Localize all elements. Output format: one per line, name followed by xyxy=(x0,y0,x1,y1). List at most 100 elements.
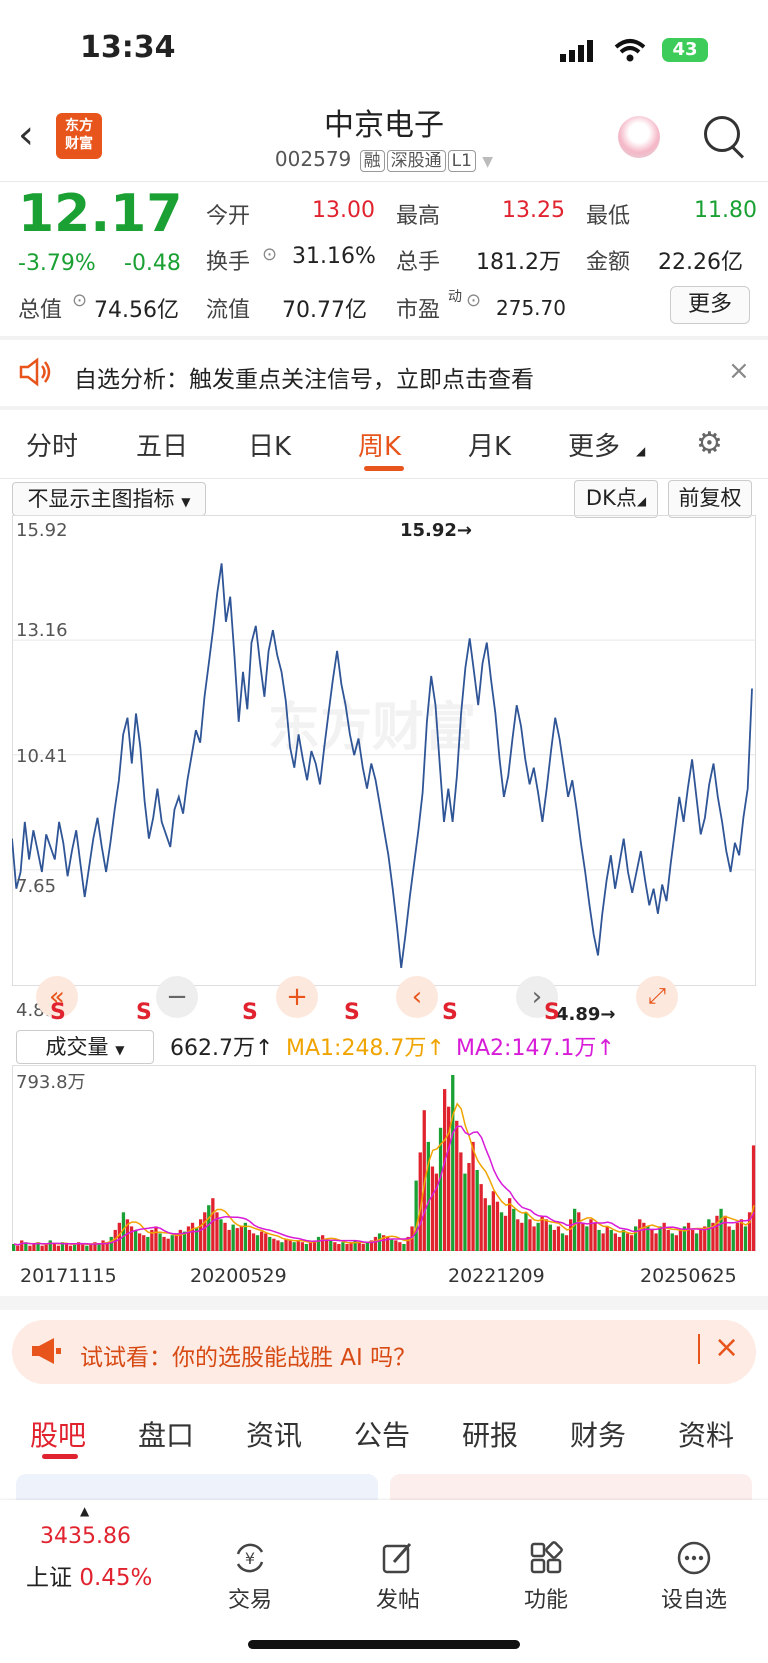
nav-post[interactable]: 发帖 xyxy=(338,1540,458,1614)
turnover-value: 31.16% xyxy=(292,244,376,269)
volume-bar xyxy=(146,1236,150,1251)
volume-bar xyxy=(548,1224,552,1251)
volume-bar xyxy=(414,1180,418,1251)
volume-bar xyxy=(264,1233,268,1251)
x-tick-4: 20250625 xyxy=(640,1265,737,1287)
close-icon[interactable]: × xyxy=(728,356,750,386)
tab-month-k[interactable]: 月K xyxy=(468,426,511,463)
volume-bar xyxy=(597,1229,601,1251)
tab-announcements[interactable]: 公告 xyxy=(354,1414,410,1454)
fullscreen-icon[interactable]: ⤢ xyxy=(636,976,678,1018)
volume-bar xyxy=(402,1244,406,1251)
volume-bar xyxy=(48,1240,52,1251)
close-icon[interactable]: × xyxy=(714,1330,739,1365)
volume-bar xyxy=(129,1226,134,1251)
sell-marker: S xyxy=(344,1000,360,1025)
tab-day-k[interactable]: 日K xyxy=(248,426,291,463)
tab-orderbook[interactable]: 盘口 xyxy=(138,1414,194,1454)
pe-label: 市盈 xyxy=(396,298,441,323)
tab-week-k[interactable]: 周K xyxy=(358,426,401,463)
volume-bar xyxy=(495,1201,500,1251)
tab-news[interactable]: 资讯 xyxy=(246,1414,302,1454)
volume-bar xyxy=(345,1244,349,1251)
prev-icon[interactable]: ‹ xyxy=(396,976,438,1018)
zoom-out-icon[interactable]: − xyxy=(156,976,198,1018)
indicator-select[interactable]: 不显示主图指标 ▼ xyxy=(12,482,206,516)
info-icon[interactable]: ⊙ xyxy=(466,290,481,311)
market-cap-value: 74.56亿 xyxy=(94,298,179,323)
info-icon[interactable]: ⊙ xyxy=(72,290,87,311)
volume-bar xyxy=(552,1229,556,1251)
index-name[interactable]: 上证 0.45% xyxy=(26,1558,152,1592)
tab-five-day[interactable]: 五日 xyxy=(136,426,188,463)
volume-bar xyxy=(503,1215,508,1251)
zoom-in-icon[interactable]: + xyxy=(276,976,318,1018)
volume-bar xyxy=(556,1226,561,1251)
volume-max-label: 793.8万 xyxy=(16,1072,86,1093)
volume-bar xyxy=(719,1208,723,1251)
volume-chart[interactable] xyxy=(12,1065,756,1257)
volume-bar xyxy=(292,1242,296,1251)
ai-banner[interactable]: 试试看：你的选股能战胜 AI 吗？ × xyxy=(12,1320,756,1384)
volume-bar xyxy=(203,1212,207,1251)
ai-robot-icon[interactable] xyxy=(618,116,660,158)
tab-forum[interactable]: 股吧 xyxy=(30,1414,86,1454)
notice-bar[interactable]: 自选分析：触发重点关注信号，立即点击查看 × xyxy=(0,340,768,406)
volume-bar xyxy=(654,1233,658,1251)
volume-bar xyxy=(532,1226,536,1251)
volume-bar xyxy=(727,1226,731,1251)
volume-bar xyxy=(601,1233,605,1251)
volume-value: 181.2万 xyxy=(476,250,561,275)
volume-bar xyxy=(475,1170,479,1251)
volume-bar xyxy=(276,1240,280,1251)
tab-finance[interactable]: 财务 xyxy=(570,1414,626,1454)
info-icon[interactable]: ⊙ xyxy=(262,244,277,265)
volume-bar xyxy=(520,1222,524,1251)
volume-bar xyxy=(16,1245,20,1251)
grid-icon xyxy=(530,1541,563,1574)
volume-bar xyxy=(674,1235,678,1251)
watermark: 东方财富 xyxy=(268,698,476,758)
nav-trade[interactable]: ¥ 交易 xyxy=(190,1540,310,1614)
volume-bar xyxy=(255,1235,260,1251)
volume-bar xyxy=(544,1219,548,1251)
more-button[interactable]: 更多 xyxy=(670,286,750,324)
volume-bar xyxy=(239,1226,243,1251)
search-icon[interactable] xyxy=(704,116,740,152)
volume-bar xyxy=(443,1089,447,1251)
sell-marker: S xyxy=(136,1000,152,1025)
sell-marker: S xyxy=(50,1000,66,1025)
nav-add-watchlist[interactable]: 设自选 xyxy=(634,1540,754,1614)
tab-research[interactable]: 研报 xyxy=(462,1414,518,1454)
volume-bar xyxy=(487,1205,491,1251)
tab-minute[interactable]: 分时 xyxy=(26,426,78,463)
volume-bar xyxy=(300,1242,304,1251)
tag-level: L1 xyxy=(447,150,476,172)
volume-bar xyxy=(536,1222,540,1251)
volume-bar xyxy=(471,1141,475,1251)
nav-functions[interactable]: 功能 xyxy=(486,1540,606,1614)
volume-bar xyxy=(272,1238,276,1251)
volume-bar xyxy=(337,1244,341,1251)
volume-select[interactable]: 成交量 ▼ xyxy=(16,1030,154,1064)
volume-bar xyxy=(491,1191,495,1251)
volume-bar xyxy=(707,1219,711,1251)
index-value[interactable]: 3435.86 xyxy=(40,1524,131,1549)
tab-more[interactable]: 更多 xyxy=(568,426,620,463)
adjust-button[interactable]: 前复权 xyxy=(668,480,752,518)
current-price: 12.17 xyxy=(18,184,183,244)
high-label: 最高 xyxy=(396,204,441,229)
tag-connect: 深股通 xyxy=(386,150,446,172)
volume-bar xyxy=(142,1235,146,1251)
settings-icon[interactable]: ⚙ xyxy=(696,426,723,461)
volume-bar xyxy=(304,1244,308,1251)
volume-bar xyxy=(723,1215,727,1251)
status-time: 13:34 xyxy=(80,30,176,65)
volume-bar xyxy=(321,1235,325,1251)
price-chart[interactable]: 东方财富 xyxy=(12,515,756,1025)
volume-bar xyxy=(296,1240,300,1251)
dk-point-button[interactable]: DK点◢ xyxy=(574,480,658,518)
volume-bar xyxy=(154,1226,158,1251)
volume-bar xyxy=(166,1238,170,1251)
tab-profile[interactable]: 资料 xyxy=(678,1414,734,1454)
